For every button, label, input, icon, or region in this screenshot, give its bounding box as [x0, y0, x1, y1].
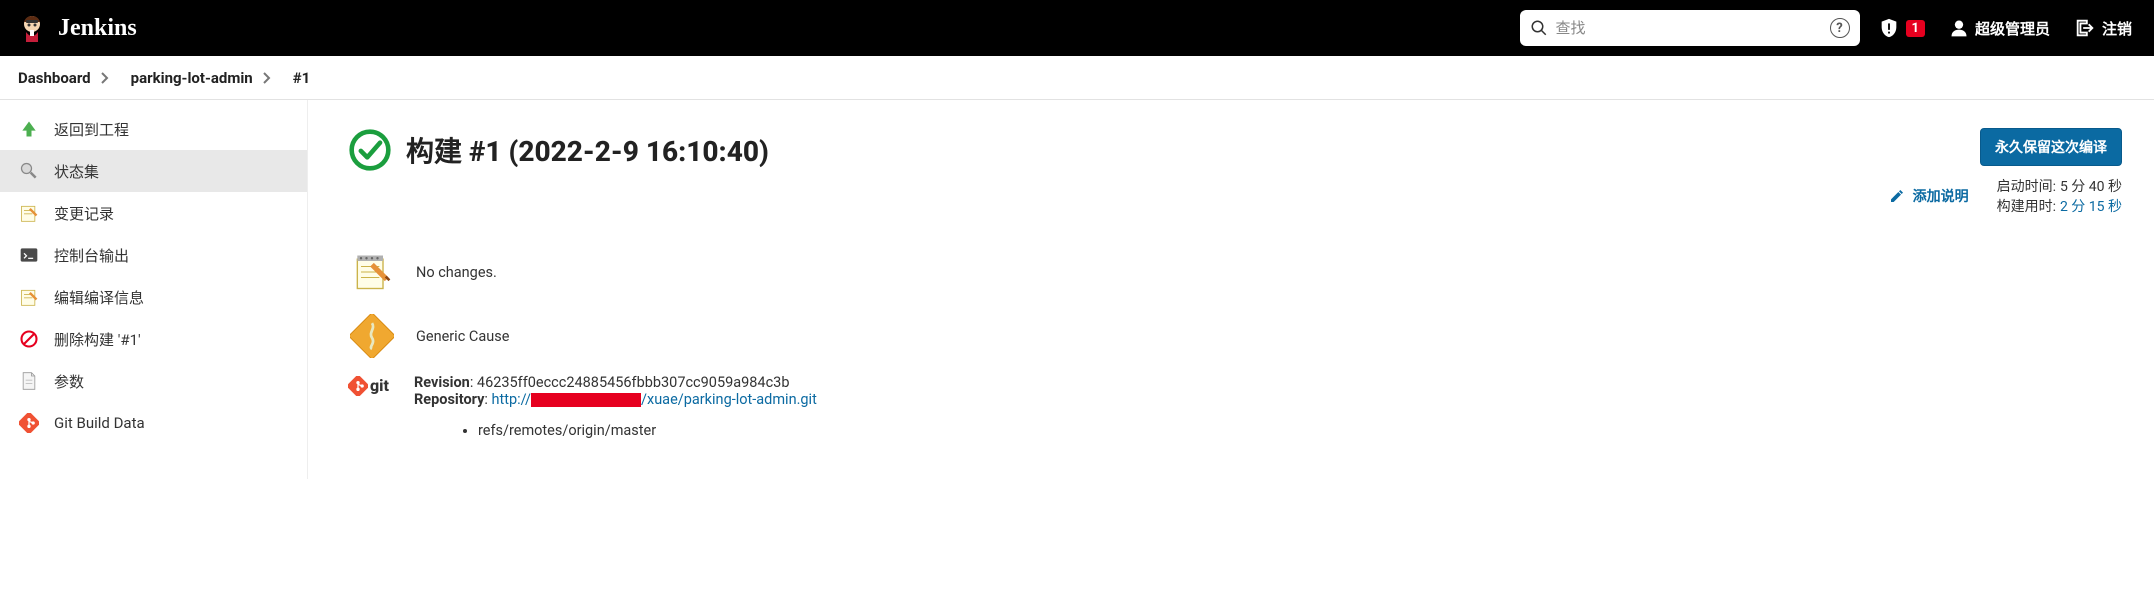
- ref-item: refs/remotes/origin/master: [478, 422, 817, 439]
- sidebar-item-parameters[interactable]: 参数: [0, 360, 307, 402]
- user-label: 超级管理员: [1975, 18, 2050, 39]
- start-time-value: 5 分 40 秒: [2060, 176, 2122, 196]
- cause-text: Generic Cause: [416, 328, 509, 345]
- search-icon: [1530, 19, 1548, 37]
- sidebar-item-label: 变更记录: [54, 203, 114, 224]
- cause-row: Generic Cause: [348, 304, 2122, 368]
- crumb-build[interactable]: #1: [287, 65, 317, 91]
- sidebar-item-label: 参数: [54, 371, 84, 392]
- notepad-large-icon: [348, 248, 396, 296]
- changes-row: No changes.: [348, 240, 2122, 304]
- jenkins-mascot-icon: [16, 12, 48, 44]
- repository-label: Repository: [414, 391, 484, 408]
- add-description-button[interactable]: 添加说明: [1889, 186, 1969, 206]
- sidebar-item-delete-build[interactable]: 删除构建 '#1': [0, 318, 307, 360]
- sidebar-item-label: 删除构建 '#1': [54, 329, 141, 350]
- crumb-dashboard[interactable]: Dashboard: [12, 65, 97, 91]
- magnifier-icon: [18, 160, 40, 182]
- breadcrumb: Dashboard parking-lot-admin #1: [0, 56, 2154, 100]
- refs-list: refs/remotes/origin/master: [414, 422, 817, 439]
- jenkins-logo[interactable]: Jenkins: [16, 12, 137, 44]
- git-logo-icon: git: [348, 374, 396, 439]
- sidebar-item-label: Git Build Data: [54, 414, 145, 432]
- user-menu[interactable]: 超级管理员: [1943, 18, 2056, 39]
- start-time-label: 启动时间:: [1997, 176, 2056, 196]
- cause-icon: [348, 312, 396, 360]
- logout-label: 注销: [2102, 18, 2132, 39]
- main-content: 构建 #1 (2022-2-9 16:10:40) 永久保留这次编译 添加说明 …: [308, 100, 2154, 479]
- search-box[interactable]: ?: [1520, 10, 1860, 46]
- sidebar-item-edit-build[interactable]: 编辑编译信息: [0, 276, 307, 318]
- duration-label: 构建用时:: [1997, 196, 2056, 216]
- revision-label: Revision: [414, 374, 470, 391]
- crumb-project[interactable]: parking-lot-admin: [125, 65, 259, 91]
- revision-value: 46235ff0eccc24885456fbbb307cc9059a984c3b: [477, 374, 790, 391]
- logout-icon: [2074, 17, 2096, 39]
- sidebar-item-back[interactable]: 返回到工程: [0, 108, 307, 150]
- sidebar-item-label: 控制台输出: [54, 245, 129, 266]
- sidebar-item-status[interactable]: 状态集: [0, 150, 307, 192]
- forbidden-icon: [18, 328, 40, 350]
- pencil-icon: [1889, 188, 1905, 204]
- repository-link[interactable]: http:///xuae/parking-lot-admin.git: [492, 391, 817, 408]
- arrow-up-icon: [18, 118, 40, 140]
- shield-alert-icon: [1878, 17, 1900, 39]
- sidebar-item-git-build-data[interactable]: Git Build Data: [0, 402, 307, 444]
- git-block: git Revision: 46235ff0eccc24885456fbbb30…: [348, 374, 2122, 439]
- notepad-icon: [18, 286, 40, 308]
- duration-value[interactable]: 2 分 15 秒: [2060, 196, 2122, 216]
- alerts-button[interactable]: 1: [1872, 17, 1931, 39]
- product-name: Jenkins: [58, 15, 137, 42]
- person-icon: [1949, 18, 1969, 38]
- keep-forever-button[interactable]: 永久保留这次编译: [1980, 128, 2122, 166]
- logout-button[interactable]: 注销: [2068, 17, 2138, 39]
- sidebar-item-label: 返回到工程: [54, 119, 129, 140]
- changes-text: No changes.: [416, 264, 497, 281]
- notepad-icon: [18, 202, 40, 224]
- git-icon: [18, 412, 40, 434]
- alert-count-badge: 1: [1906, 20, 1925, 37]
- add-desc-label: 添加说明: [1913, 186, 1969, 206]
- sidebar-item-changes[interactable]: 变更记录: [0, 192, 307, 234]
- redacted-segment: [531, 393, 641, 407]
- help-icon[interactable]: ?: [1830, 18, 1850, 38]
- success-icon: [348, 128, 392, 172]
- terminal-icon: [18, 244, 40, 266]
- chevron-right-icon: [101, 72, 121, 84]
- sidebar: 返回到工程 状态集 变更记录 控制台输出 编辑编译信息: [0, 100, 308, 479]
- sidebar-item-label: 状态集: [54, 161, 99, 182]
- chevron-right-icon: [263, 72, 283, 84]
- timing-block: 启动时间: 5 分 40 秒 构建用时: 2 分 15 秒: [1997, 176, 2122, 216]
- sidebar-item-console[interactable]: 控制台输出: [0, 234, 307, 276]
- sidebar-item-label: 编辑编译信息: [54, 287, 144, 308]
- document-icon: [18, 370, 40, 392]
- page-title: 构建 #1 (2022-2-9 16:10:40): [406, 130, 769, 170]
- search-input[interactable]: [1556, 19, 1822, 37]
- top-header: Jenkins ? 1 超级管理员 注销: [0, 0, 2154, 56]
